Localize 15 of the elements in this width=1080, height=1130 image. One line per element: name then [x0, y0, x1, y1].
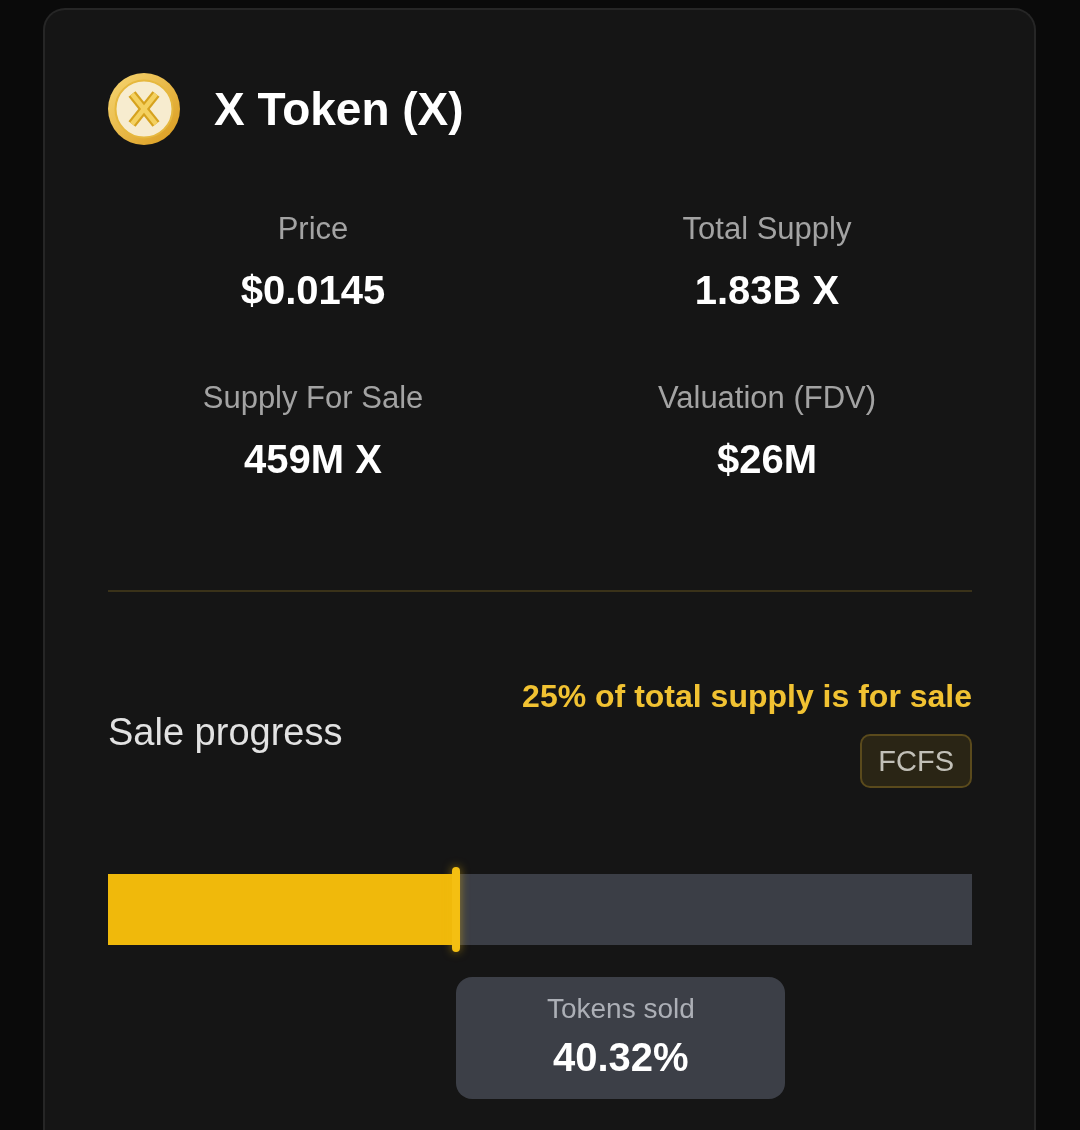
sale-type-badge: FCFS	[860, 734, 972, 788]
stat-value: $26M	[716, 436, 818, 483]
token-name: X Token (X)	[214, 82, 464, 137]
tooltip-value: 40.32%	[553, 1034, 689, 1081]
stat-value: 459M X	[244, 436, 382, 483]
stat-label: Total Supply	[682, 210, 852, 248]
stat-value: $0.0145	[240, 267, 386, 314]
sale-note: 25% of total supply is for sale	[522, 677, 972, 716]
tooltip-label: Tokens sold	[546, 992, 695, 1026]
stat-label: Price	[277, 210, 349, 248]
stat-label: Valuation (FDV)	[657, 379, 877, 417]
coin-icon	[108, 73, 180, 145]
stat-value: 1.83B X	[694, 267, 840, 314]
sale-title: Sale progress	[108, 710, 343, 755]
stat-label: Supply For Sale	[202, 379, 424, 417]
